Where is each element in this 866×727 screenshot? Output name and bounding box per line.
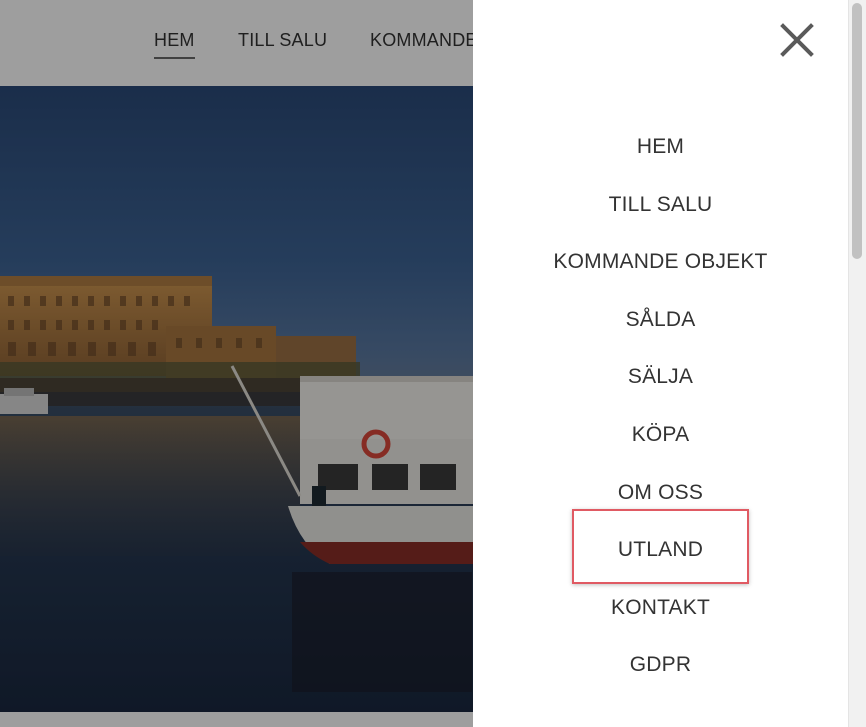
close-menu-button[interactable] (777, 20, 817, 60)
menu-item-till-salu[interactable]: TILL SALU (473, 176, 848, 234)
menu-item-gdpr[interactable]: GDPR (473, 636, 848, 694)
menu-item-salja[interactable]: SÄLJA (473, 348, 848, 406)
menu-item-kommande-objekt[interactable]: KOMMANDE OBJEKT (473, 233, 848, 291)
side-menu-list: HEM TILL SALU KOMMANDE OBJEKT SÅLDA SÄLJ… (473, 118, 848, 694)
menu-item-utland[interactable]: UTLAND (473, 521, 848, 579)
menu-item-om-oss[interactable]: OM OSS (473, 464, 848, 522)
menu-item-salda[interactable]: SÅLDA (473, 291, 848, 349)
close-icon (780, 23, 814, 57)
menu-item-hem[interactable]: HEM (473, 118, 848, 176)
side-menu: HEM TILL SALU KOMMANDE OBJEKT SÅLDA SÄLJ… (473, 0, 848, 727)
scrollbar-thumb[interactable] (852, 3, 862, 259)
page: HEM TILL SALU KOMMANDE HEM TILL SALU KOM… (0, 0, 866, 727)
menu-item-kopa[interactable]: KÖPA (473, 406, 848, 464)
scrollbar[interactable] (848, 0, 866, 727)
menu-item-kontakt[interactable]: KONTAKT (473, 579, 848, 637)
